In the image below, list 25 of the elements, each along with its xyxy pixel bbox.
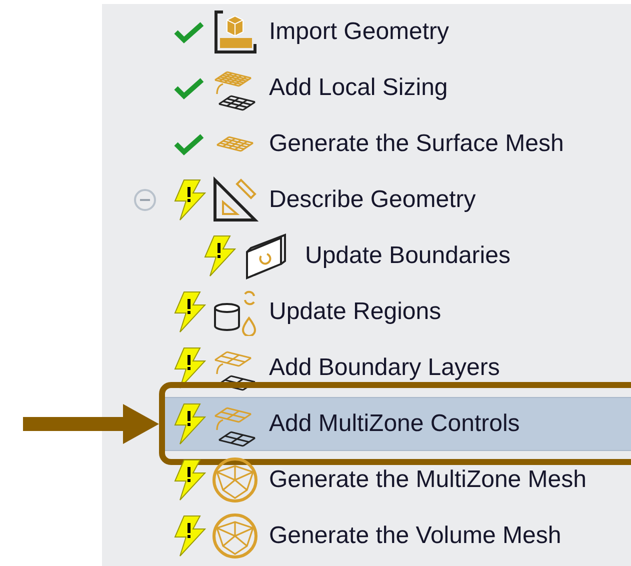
step-label: Update Boundaries (305, 241, 510, 271)
step-row[interactable]: Add Local Sizing (165, 61, 631, 115)
step-row[interactable]: Import Geometry (165, 5, 631, 59)
step-row[interactable]: Add Boundary Layers (165, 341, 631, 395)
step-label: Generate the Volume Mesh (269, 521, 562, 551)
step-label: Add MultiZone Controls (269, 409, 520, 439)
step-label: Describe Geometry (269, 185, 476, 215)
step-row[interactable]: Describe Geometry (165, 173, 631, 227)
step-label: Add Local Sizing (269, 73, 448, 103)
step-label: Generate the Surface Mesh (269, 129, 564, 159)
step-row[interactable]: Update Regions (165, 285, 631, 339)
step-row[interactable]: Generate the Surface Mesh (165, 117, 631, 171)
mesh-sphere-icon (211, 512, 259, 560)
step-row[interactable]: Generate the Volume Mesh (165, 509, 631, 563)
step-label: Update Regions (269, 297, 442, 327)
selected-step-row[interactable]: Add MultiZone Controls (165, 397, 631, 451)
surface-mesh-icon (215, 135, 255, 153)
mesh-sphere-icon (211, 456, 259, 504)
step-label: Import Geometry (269, 17, 450, 47)
step-row[interactable]: Update Boundaries (195, 229, 631, 283)
collapse-toggle[interactable] (134, 189, 156, 211)
step-row[interactable]: Generate the MultiZone Mesh (165, 453, 631, 507)
cylinder-drop-icon (211, 288, 259, 336)
step-label: Generate the MultiZone Mesh (269, 465, 586, 495)
step-label: Add Boundary Layers (269, 353, 500, 383)
